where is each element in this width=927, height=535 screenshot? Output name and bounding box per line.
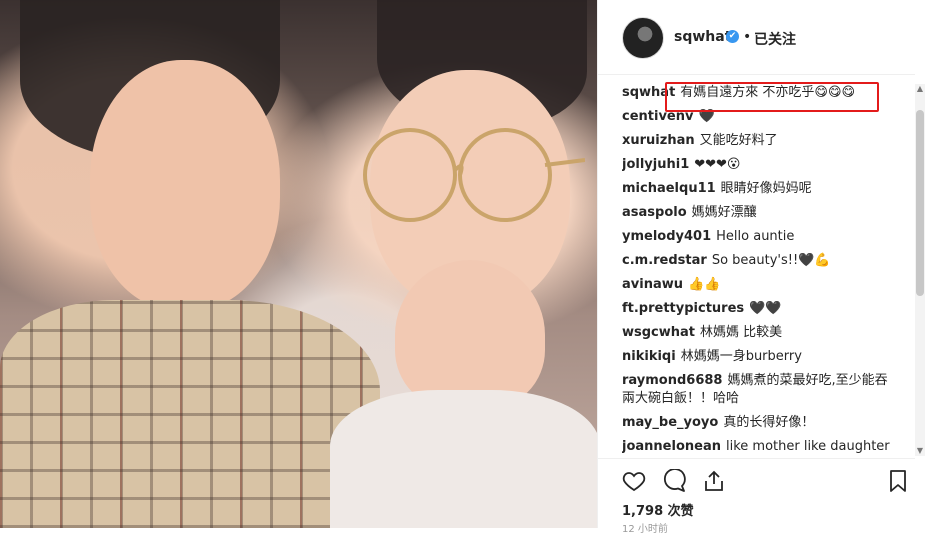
comment-icon[interactable] [662,469,686,493]
comment-item: may_be_yoyo 真的长得好像！ [622,414,892,432]
comment-text: 林媽媽 比較美 [700,325,783,340]
comment-username[interactable]: michaelqu11 [622,181,716,196]
comment-username[interactable]: raymond6688 [622,373,722,388]
post-header: sqwhat ✔ • 已关注 [598,0,915,75]
comment-text: 又能吃好料了 [699,133,778,148]
comment-text: 真的长得好像！ [723,415,815,430]
comment-text: So beauty's!!🖤💪 [711,253,831,268]
comment-username[interactable]: wsgcwhat [622,325,695,340]
verified-icon: ✔ [726,30,739,43]
comment-username[interactable]: jollyjuhi1 [622,157,689,172]
action-bar [598,458,915,503]
comment-item: ymelody401 Hello auntie [622,228,892,246]
comment-text: 媽媽好漂釀 [691,205,757,220]
comment-username[interactable]: may_be_yoyo [622,415,718,430]
shirt-right [330,390,597,528]
comment-text: 林媽媽一身burberry [680,349,802,364]
comment-username[interactable]: joannelonean [622,439,721,454]
comment-item: c.m.redstar So beauty's!!🖤💪 [622,252,892,270]
comments-list: sqwhat 有媽自遠方來 不亦吃乎😋😋😋 centivenv 🖤 xuruizhan 又… [622,84,892,456]
comment-item: raymond6688 媽媽煮的菜最好吃,至少能吞兩大碗白飯！！哈哈 [622,372,892,408]
likes-count[interactable]: 1,798 次赞 [622,500,694,519]
comment-text: ❤❤❤😮 [694,157,741,172]
heart-icon[interactable] [622,469,646,493]
follow-button[interactable]: 已关注 [754,29,796,49]
comment-username[interactable]: c.m.redstar [622,253,707,268]
comment-item: joannelonean like mother like daughter [622,438,892,456]
glasses-graphic [363,128,585,222]
scroll-down-arrow-icon[interactable]: ▼ [915,446,925,456]
avatar[interactable] [622,17,664,59]
comment-username[interactable]: nikikiqi [622,349,676,364]
header-username[interactable]: sqwhat [674,29,731,45]
face-left [90,60,280,310]
highlight-box [665,82,879,112]
comment-item: xuruizhan 又能吃好料了 [622,132,892,150]
separator-dot: • [743,29,752,45]
comment-username[interactable]: ymelody401 [622,229,711,244]
hand-right [395,260,545,410]
comment-text: like mother like daughter [725,439,890,454]
comment-item: avinawu 👍👍 [622,276,892,294]
bookmark-icon[interactable] [886,469,910,493]
post-panel: sqwhat ✔ • 已关注 sqwhat 有媽自遠方來 不亦吃乎😋😋😋 centi… [597,0,927,535]
comment-item: wsgcwhat 林媽媽 比較美 [622,324,892,342]
comment-username[interactable]: ft.prettypictures [622,301,744,316]
comment-text: 👍👍 [688,277,721,292]
comment-item: asaspolo 媽媽好漂釀 [622,204,892,222]
comment-username[interactable]: asaspolo [622,205,687,220]
comment-text: Hello auntie [716,229,795,244]
comment-item: jollyjuhi1 ❤❤❤😮 [622,156,892,174]
scrollbar-thumb[interactable] [916,110,924,296]
comment-text: 🖤🖤 [749,301,782,316]
comment-username[interactable]: avinawu [622,277,683,292]
post-photo[interactable] [0,0,597,528]
comment-item: michaelqu11 眼睛好像妈妈呢 [622,180,892,198]
comment-item: ft.prettypictures 🖤🖤 [622,300,892,318]
scroll-up-arrow-icon[interactable]: ▲ [915,84,925,94]
share-icon[interactable] [702,469,726,493]
plaid-coat [0,300,380,528]
comment-text: 眼睛好像妈妈呢 [720,181,812,196]
comment-username[interactable]: xuruizhan [622,133,695,148]
comment-item: nikikiqi 林媽媽一身burberry [622,348,892,366]
